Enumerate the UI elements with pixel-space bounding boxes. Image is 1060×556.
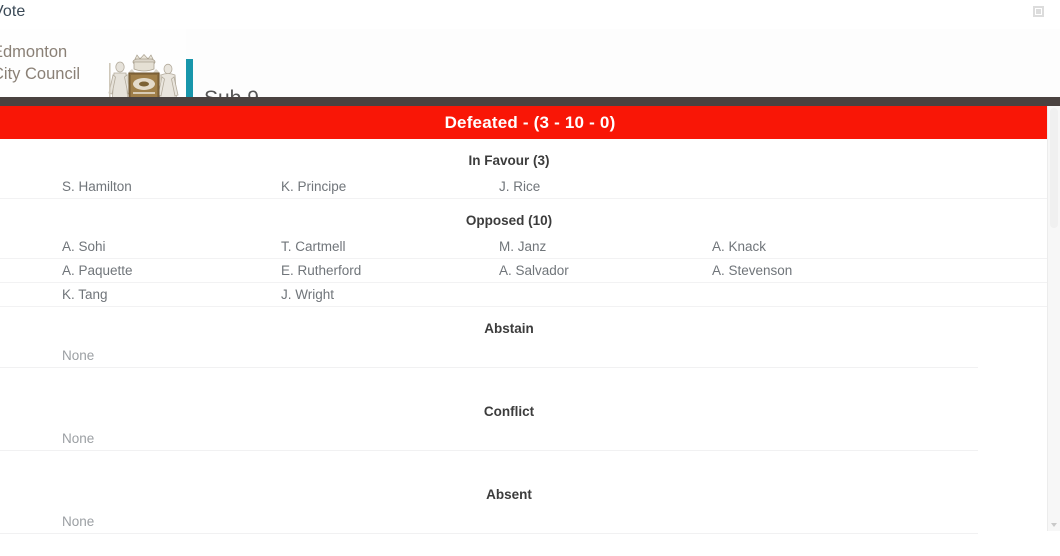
empty-member-row: None	[0, 343, 1048, 368]
grid-gutter	[0, 175, 62, 199]
member-name: A. Sohi	[62, 235, 281, 259]
row-separator	[0, 367, 978, 368]
member-name: A. Paquette	[62, 259, 281, 283]
member-name: E. Rutherford	[281, 259, 499, 283]
member-name: M. Janz	[499, 235, 712, 259]
empty-member-label: None	[62, 514, 95, 529]
member-name: J. Rice	[499, 175, 712, 199]
grid-gutter	[0, 283, 62, 307]
banner-top-rule	[0, 97, 1060, 106]
member-name: T. Cartmell	[281, 235, 499, 259]
member-name: K. Principe	[281, 175, 499, 199]
organization-name-line1: Edmonton	[0, 43, 68, 61]
brand-header: Edmonton City Council	[0, 29, 1060, 122]
grid-empty-cell	[499, 283, 712, 307]
vote-section: Opposed (10) A. Sohi T. Cartmell M. Janz A. …	[0, 199, 1048, 307]
empty-member-label: None	[62, 348, 95, 363]
window-title-bar: Vote	[0, 0, 1060, 30]
restore-window-icon-inner	[1036, 9, 1041, 14]
vote-section: Abstain None	[0, 307, 1048, 390]
vote-section-heading: Opposed (10)	[465, 213, 553, 228]
member-grid: A. Sohi T. Cartmell M. Janz A. Knack A. Paqu…	[0, 235, 1048, 307]
restore-window-icon[interactable]	[1033, 6, 1046, 19]
member-grid: S. Hamilton K. Principe J. Rice	[0, 175, 1048, 199]
organization-name: Edmonton City Council	[0, 41, 107, 85]
organization-name-line2: City Council	[0, 65, 81, 83]
vote-result-banner: Defeated - (3 - 10 - 0)	[0, 106, 1060, 139]
grid-empty-cell	[712, 175, 1048, 199]
empty-member-row: None	[0, 426, 1048, 451]
vote-section-heading: Absent	[486, 487, 532, 502]
grid-gutter	[0, 259, 62, 283]
row-separator	[0, 533, 978, 534]
scrollbar-thumb[interactable]	[1050, 108, 1058, 228]
row-separator	[0, 450, 978, 451]
vote-section-heading: In Favour (3)	[468, 153, 550, 168]
member-name: A. Salvador	[499, 259, 712, 283]
vote-section: Conflict None	[0, 390, 1048, 473]
vote-section-heading: Abstain	[484, 321, 534, 336]
vote-section-heading: Conflict	[483, 404, 535, 419]
scroll-down-arrow-icon[interactable]	[1051, 523, 1057, 527]
member-name: J. Wright	[281, 283, 499, 307]
empty-member-label: None	[62, 431, 95, 446]
empty-member-row: None	[0, 509, 1048, 534]
member-name: A. Knack	[712, 235, 1048, 259]
grid-empty-cell	[712, 283, 1048, 307]
vertical-scrollbar[interactable]	[1047, 106, 1060, 531]
vote-breakdown: In Favour (3) S. Hamilton K. Principe J. Ri…	[0, 139, 1048, 534]
grid-gutter	[0, 235, 62, 259]
member-name: K. Tang	[62, 283, 281, 307]
vote-section: In Favour (3) S. Hamilton K. Principe J. Ri…	[0, 139, 1048, 199]
vote-result-text: Defeated - (3 - 10 - 0)	[444, 112, 616, 132]
member-name: S. Hamilton	[62, 175, 281, 199]
window-title: Vote	[0, 3, 26, 20]
member-name: A. Stevenson	[712, 259, 1048, 283]
vote-section: Absent None	[0, 473, 1048, 556]
